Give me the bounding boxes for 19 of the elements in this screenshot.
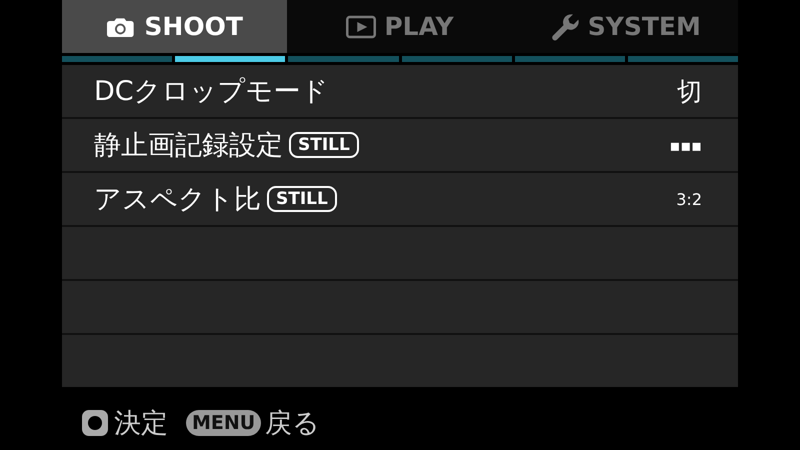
menu-key: MENU bbox=[186, 410, 262, 436]
menu-item[interactable]: アスペクト比 STILL 3:2 bbox=[62, 173, 738, 227]
hint-label: 決定 bbox=[114, 407, 168, 441]
item-label: アスペクト比 bbox=[94, 183, 261, 217]
item-value: 3:2 bbox=[676, 190, 702, 208]
hint-label: 戻る bbox=[265, 407, 320, 441]
menu-item[interactable]: 静止画記録設定 STILL ▪▪▪ bbox=[62, 119, 738, 173]
item-label: DCクロップモード bbox=[94, 75, 329, 109]
wrench-icon bbox=[550, 12, 580, 40]
menu-tab[interactable]: PLAY bbox=[287, 0, 513, 53]
menu-item[interactable]: DCクロップモード 切 bbox=[62, 65, 738, 119]
ok-button-icon bbox=[82, 410, 108, 436]
still-tag: STILL bbox=[289, 132, 359, 158]
item-label: 静止画記録設定 bbox=[94, 129, 283, 163]
menu-tab[interactable]: SHOOT bbox=[62, 0, 288, 53]
item-value: ▪▪▪ bbox=[669, 136, 702, 154]
menu-tab[interactable]: SYSTEM bbox=[512, 0, 738, 53]
still-tag: STILL bbox=[267, 186, 337, 212]
item-value: 切 bbox=[677, 76, 702, 108]
